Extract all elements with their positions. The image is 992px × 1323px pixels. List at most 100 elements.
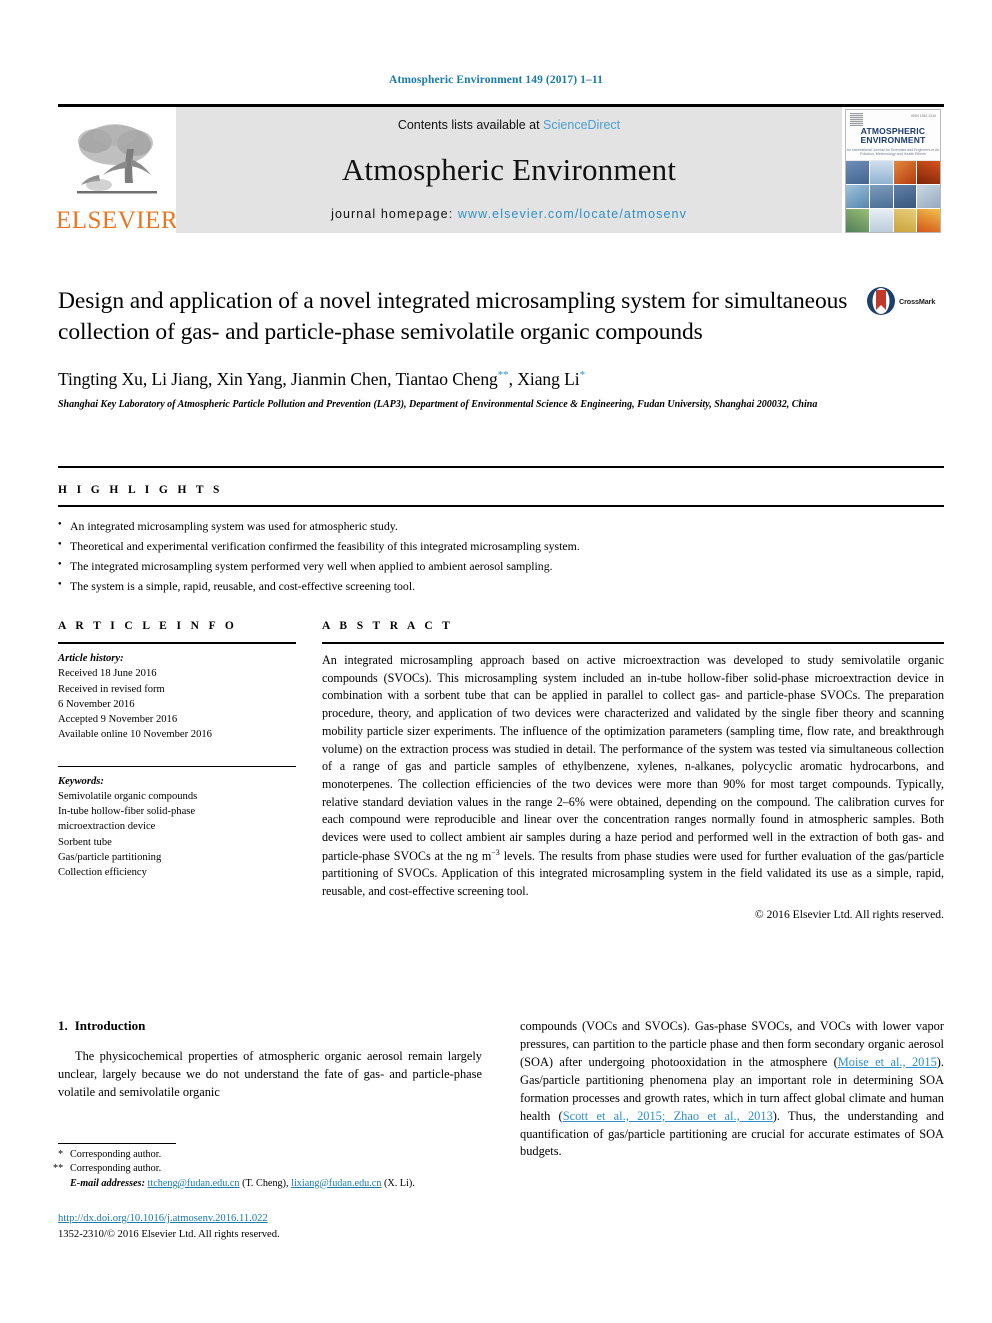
doi-link[interactable]: http://dx.doi.org/10.1016/j.atmosenv.201… [58, 1211, 518, 1227]
list-item: Theoretical and experimental verificatio… [58, 536, 944, 556]
footer-meta: http://dx.doi.org/10.1016/j.atmosenv.201… [58, 1211, 518, 1242]
keyword-item: In-tube hollow-fiber solid-phase [58, 806, 196, 817]
cover-tile [893, 161, 917, 184]
crossmark-label: CrossMark [899, 296, 936, 306]
body-column-left: 1. Introduction The physicochemical prope… [58, 1018, 482, 1161]
email-addresses-label: E-mail addresses: [70, 1177, 145, 1189]
contents-available-line: Contents lists available at ScienceDirec… [186, 118, 832, 132]
abstract-part-1: An integrated microsampling approach bas… [322, 653, 944, 863]
article-info-rule [58, 642, 296, 644]
keyword-item: Collection efficiency [58, 867, 147, 878]
list-item: An integrated microsampling system was u… [58, 516, 944, 536]
abstract-superscript: −3 [491, 847, 500, 857]
article-first-page: Atmospheric Environment 149 (2017) 1–11 [0, 0, 992, 1323]
cover-tile [869, 161, 893, 184]
email-link-cheng[interactable]: ttcheng@fudan.edu.cn [148, 1178, 240, 1189]
cover-tile [893, 209, 917, 232]
authors-main: Tingting Xu, Li Jiang, Xin Yang, Jianmin… [58, 369, 498, 390]
footnote-corresponding-1: * Corresponding author. [58, 1148, 482, 1162]
homepage-prefix: journal homepage: [331, 207, 458, 221]
cover-tile [846, 185, 869, 208]
footnotes-block: * Corresponding author. ** Corresponding a… [53, 1143, 482, 1191]
abstract-rule [322, 642, 944, 644]
section-title: Introduction [74, 1018, 146, 1033]
email-name-li: (X. Li). [383, 1177, 415, 1189]
elsevier-tree-icon [77, 124, 157, 194]
keyword-item: microextraction device [58, 821, 156, 833]
page-title: Design and application of a novel integr… [58, 288, 848, 345]
cover-tile [917, 209, 940, 232]
footnote-rule [58, 1143, 176, 1144]
journal-cover-thumbnail: ISSN 1352-2310 ATMOSPHERIC ENVIRONMENT A… [842, 107, 944, 233]
history-item: Received in revised form [58, 683, 165, 695]
highlights-top-rule [58, 466, 944, 468]
intro-paragraph-right: compounds (VOCs and SVOCs). Gas-phase SV… [520, 1018, 944, 1161]
journal-homepage-line: journal homepage: www.elsevier.com/locat… [186, 207, 832, 221]
citation-link[interactable]: Scott et al., 2015; Zhao et al., 2013 [563, 1109, 773, 1123]
elsevier-wordmark: ELSEVIER [55, 207, 179, 234]
author-list: Tingting Xu, Li Jiang, Xin Yang, Jianmin… [58, 369, 944, 390]
masthead-banner: Contents lists available at ScienceDirec… [176, 107, 842, 233]
cover-title: ATMOSPHERIC ENVIRONMENT [846, 127, 940, 144]
homepage-url-link[interactable]: www.elsevier.com/locate/atmosenv [458, 207, 687, 221]
body-columns: 1. Introduction The physicochemical prope… [58, 1018, 944, 1161]
article-info-heading: A R T I C L E I N F O [58, 620, 238, 632]
history-item: Received 18 June 2016 [58, 668, 157, 680]
citation-link[interactable]: Moise et al., 2015 [838, 1055, 937, 1069]
cover-header: ISSN 1352-2310 ATMOSPHERIC ENVIRONMENT A… [846, 110, 940, 161]
issn-copyright-line: 1352-2310/© 2016 Elsevier Ltd. All right… [58, 1228, 280, 1240]
keyword-item: Semivolatile organic compounds [58, 790, 198, 802]
cover-tile [917, 161, 940, 184]
corresponding-marker: ** [497, 369, 509, 382]
cover-image: ISSN 1352-2310 ATMOSPHERIC ENVIRONMENT A… [845, 109, 941, 233]
email-link-li[interactable]: lixiang@fudan.edu.cn [291, 1178, 381, 1189]
elsevier-logo: ELSEVIER [55, 107, 179, 234]
title-block: CrossMark Design and application of a no… [58, 286, 944, 413]
section-number: 1. [58, 1018, 68, 1033]
body-column-right: compounds (VOCs and SVOCs). Gas-phase SV… [520, 1018, 944, 1161]
intro-paragraph-left: The physicochemical properties of atmosp… [58, 1049, 482, 1099]
keywords-rule [58, 765, 296, 767]
article-history: Article history: Received 18 June 2016 R… [58, 651, 296, 743]
footnote-emails: E-mail addresses: ttcheng@fudan.edu.cn (… [70, 1177, 415, 1189]
crossmark-icon [867, 287, 895, 315]
abstract-text: An integrated microsampling approach bas… [322, 652, 944, 901]
email-name-cheng: (T. Cheng) [242, 1177, 287, 1189]
article-info-column: A R T I C L E I N F O Article history: R… [58, 620, 296, 921]
cover-tile [846, 161, 869, 184]
article-history-label: Article history: [58, 653, 124, 664]
keyword-item: Sorbent tube [58, 836, 112, 848]
footnote-marker: * [58, 1149, 64, 1160]
cover-elsevier-icon [850, 113, 863, 126]
highlights-section: H I G H L I G H T S An integrated micros… [58, 466, 944, 596]
keyword-item: Gas/particle partitioning [58, 851, 162, 863]
copyright-line: © 2016 Elsevier Ltd. All rights reserved… [754, 907, 944, 921]
abstract-heading: A B S T R A C T [322, 620, 454, 632]
journal-title: Atmospheric Environment [341, 151, 677, 187]
journal-masthead: ELSEVIER Contents lists available at Sci… [55, 104, 944, 234]
crossmark-badge[interactable]: CrossMark [866, 286, 944, 316]
footnote-text: Corresponding author. [70, 1149, 162, 1160]
cover-tile [893, 185, 917, 208]
running-head: Atmospheric Environment 149 (2017) 1–11 [389, 74, 603, 86]
contents-prefix: Contents lists available at [397, 118, 544, 132]
highlights-heading-rule [58, 505, 944, 507]
affiliation: Shanghai Key Laboratory of Atmospheric P… [58, 399, 818, 411]
section-heading-introduction: 1. Introduction [58, 1018, 482, 1034]
footnote-marker: ** [53, 1163, 64, 1175]
cover-tile [917, 185, 940, 208]
cover-tile [846, 209, 869, 232]
history-item: Available online 10 November 2016 [58, 729, 212, 741]
list-item: The integrated microsampling system perf… [58, 556, 944, 576]
cover-tile [869, 185, 893, 208]
cover-issn: ISSN 1352-2310 [910, 114, 936, 118]
info-abstract-section: A R T I C L E I N F O Article history: R… [58, 620, 944, 921]
keywords-block: Keywords: Semivolatile organic compounds… [58, 774, 296, 881]
cover-tile [869, 209, 893, 232]
cover-subtitle: An International Journal for Scientists … [846, 148, 940, 157]
authors-tail: , Xiang Li [508, 369, 580, 390]
sciencedirect-link[interactable]: ScienceDirect [543, 118, 620, 132]
history-item: 6 November 2016 [58, 698, 135, 710]
footnote-text: Corresponding author. [70, 1163, 162, 1175]
